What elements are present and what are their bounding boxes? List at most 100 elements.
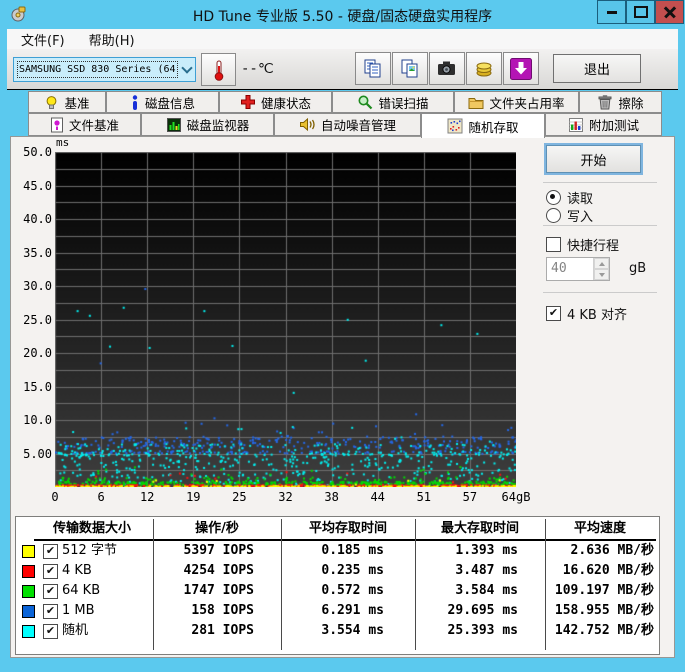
iops-value: 5397 IOPS xyxy=(111,543,254,559)
align-row: 4 KB 对齐 xyxy=(546,304,627,323)
short-stroke-label[interactable]: 快捷行程 xyxy=(567,235,619,254)
tab-aam[interactable]: 自动噪音管理 xyxy=(274,113,421,136)
series-color-swatch xyxy=(22,545,35,558)
folder-icon xyxy=(468,95,484,110)
tab-disk-info[interactable]: 磁盘信息 xyxy=(106,91,219,113)
tab-label: 健康状态 xyxy=(261,93,311,112)
avg-access-time: 0.185 ms xyxy=(256,543,384,559)
read-radio[interactable] xyxy=(546,190,561,205)
separator xyxy=(543,225,657,226)
iops-value: 281 IOPS xyxy=(111,623,254,639)
tab-benchmark[interactable]: 基准 xyxy=(28,91,106,113)
donate-button[interactable] xyxy=(466,52,502,85)
tab-erase[interactable]: 擦除 xyxy=(579,91,662,113)
minimize-icon xyxy=(607,11,617,14)
menu-help[interactable]: 帮助(H) xyxy=(79,30,145,49)
series-checkbox[interactable] xyxy=(43,564,58,579)
x-tick-label: 38 xyxy=(312,490,352,504)
tab-error-scan[interactable]: 错误扫描 xyxy=(332,91,454,113)
column-header: 平均存取时间 xyxy=(281,520,415,537)
max-access-time: 29.695 ms xyxy=(386,603,518,619)
trash-icon xyxy=(597,94,613,110)
y-tick-label: 5.00 xyxy=(16,447,52,461)
series-checkbox[interactable] xyxy=(43,584,58,599)
short-stroke-input[interactable]: 40 xyxy=(546,257,610,281)
y-axis-unit-label: ms xyxy=(56,136,69,149)
monitor-chart-icon xyxy=(166,117,182,133)
close-button[interactable] xyxy=(655,0,684,24)
start-button-label: 开始 xyxy=(580,150,606,169)
max-access-time: 3.487 ms xyxy=(386,563,518,579)
avg-access-time: 0.572 ms xyxy=(256,583,384,599)
tab-label: 错误扫描 xyxy=(378,93,428,112)
series-label: 512 字节 xyxy=(62,543,117,559)
spinner-down-button[interactable] xyxy=(594,269,609,280)
series-checkbox[interactable] xyxy=(43,544,58,559)
read-radio-row: 读取 xyxy=(546,188,593,207)
series-color-swatch xyxy=(22,625,35,638)
scatter-icon xyxy=(447,118,463,134)
tab-disk-monitor[interactable]: 磁盘监视器 xyxy=(141,113,274,136)
x-tick-label: 6 xyxy=(81,490,121,504)
tab-label: 自动噪音管理 xyxy=(321,115,396,134)
exit-button[interactable]: 退出 xyxy=(553,54,641,83)
column-header: 最大存取时间 xyxy=(415,520,545,537)
short-stroke-checkbox[interactable] xyxy=(546,237,561,252)
temperature-unit: ℃ xyxy=(258,61,274,77)
magnifier-icon xyxy=(357,94,373,110)
maximize-button[interactable] xyxy=(626,0,655,24)
series-checkbox[interactable] xyxy=(43,604,58,619)
align-label[interactable]: 4 KB 对齐 xyxy=(567,304,627,323)
screenshot-button[interactable] xyxy=(429,52,465,85)
save-button[interactable] xyxy=(503,52,539,85)
health-cross-icon xyxy=(240,94,256,110)
series-label: 随机 xyxy=(62,623,88,639)
temperature-button[interactable] xyxy=(201,53,236,86)
write-radio-label[interactable]: 写入 xyxy=(567,206,593,225)
menu-file[interactable]: 文件(F) xyxy=(11,30,75,49)
chevron-down-icon xyxy=(179,58,195,81)
column-header: 操作/秒 xyxy=(153,520,281,537)
access-time-scatter-chart xyxy=(55,152,516,487)
y-tick-label: 40.0 xyxy=(16,212,52,226)
avg-speed: 16.620 MB/秒 xyxy=(506,563,654,579)
tab-file-benchmark[interactable]: 文件基准 xyxy=(28,113,141,136)
series-color-swatch xyxy=(22,565,35,578)
write-radio[interactable] xyxy=(546,208,561,223)
camera-icon xyxy=(436,58,458,80)
x-tick-label: 32 xyxy=(266,490,306,504)
minimize-button[interactable] xyxy=(597,0,626,24)
tab-health-status[interactable]: 健康状态 xyxy=(219,91,332,113)
table-row: 1 MB 158 IOPS 6.291 ms 29.695 ms 158.955… xyxy=(16,601,661,621)
tab-random-access[interactable]: 随机存取 xyxy=(421,113,545,138)
exit-button-label: 退出 xyxy=(584,59,610,78)
avg-access-time: 6.291 ms xyxy=(256,603,384,619)
triangle-up-icon xyxy=(599,262,605,266)
y-tick-label: 20.0 xyxy=(16,346,52,360)
copy-text-icon xyxy=(362,58,384,80)
series-label: 64 KB xyxy=(62,583,100,599)
separator xyxy=(543,292,657,293)
tab-extra-tests[interactable]: 附加测试 xyxy=(545,113,662,136)
copy-text-button[interactable] xyxy=(355,52,391,85)
align-checkbox[interactable] xyxy=(546,306,561,321)
copy-image-button[interactable] xyxy=(392,52,428,85)
short-stroke-row: 快捷行程 xyxy=(546,235,619,254)
close-icon xyxy=(663,5,677,19)
read-radio-label[interactable]: 读取 xyxy=(567,188,593,207)
spinner-up-button[interactable] xyxy=(594,258,609,269)
short-stroke-value: 40 xyxy=(547,258,593,280)
series-checkbox[interactable] xyxy=(43,624,58,639)
column-header: 平均速度 xyxy=(545,520,655,537)
iops-value: 4254 IOPS xyxy=(111,563,254,579)
start-button[interactable]: 开始 xyxy=(546,145,641,173)
avg-speed: 142.752 MB/秒 xyxy=(506,623,654,639)
avg-speed: 158.955 MB/秒 xyxy=(506,603,654,619)
drive-select-dropdown[interactable]: SAMSUNG SSD 830 Series (64 gB) xyxy=(13,57,196,82)
triangle-down-icon xyxy=(599,273,605,277)
series-color-swatch xyxy=(22,585,35,598)
x-tick-label: 51 xyxy=(404,490,444,504)
tab-folder-usage[interactable]: 文件夹占用率 xyxy=(454,91,579,113)
tab-label: 磁盘监视器 xyxy=(187,115,250,134)
drive-select-value: SAMSUNG SSD 830 Series (64 gB) xyxy=(16,60,179,79)
